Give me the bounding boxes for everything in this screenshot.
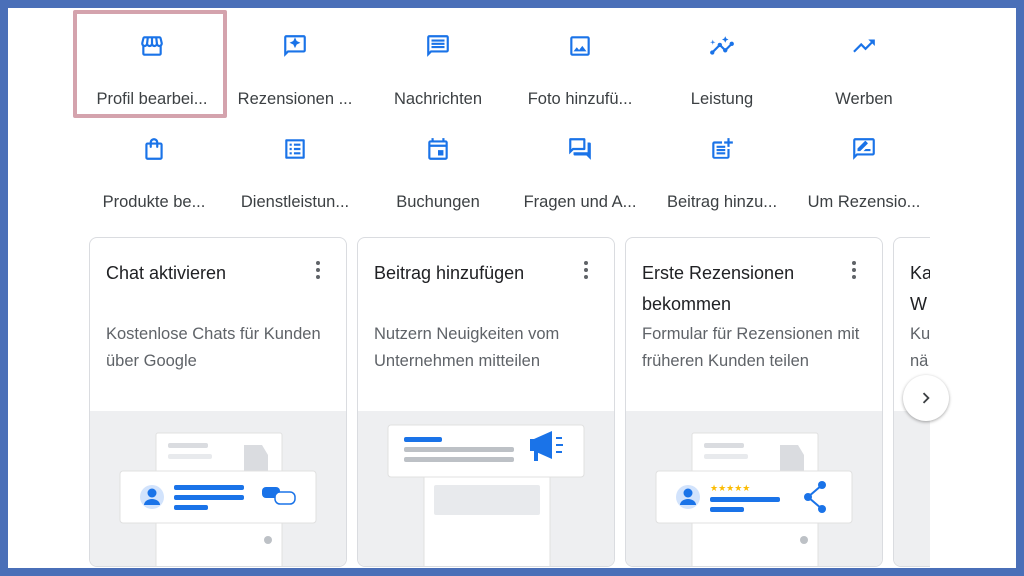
add-photo-button[interactable]: Foto hinzufü... (509, 32, 651, 112)
chat-illustration (90, 411, 346, 566)
edit-profile-label: Profil bearbei... (96, 90, 208, 108)
card-description: Formular für Rezensionen mit früheren Ku… (642, 325, 860, 370)
message-icon (424, 32, 452, 60)
reviews-illustration: ★★★★★ (626, 411, 882, 566)
edit-products-label: Produkte be... (102, 193, 206, 211)
list-icon (281, 135, 309, 163)
post-add-icon (708, 135, 736, 163)
bookings-label: Buchungen (396, 193, 480, 211)
rating-stars: ★★★★★ (710, 484, 750, 494)
review-star-icon (281, 32, 309, 60)
card-title: Erste Rezensionen bekommen (642, 263, 795, 314)
add-post-label: Beitrag hinzu... (666, 193, 778, 211)
trending-up-icon (850, 32, 878, 60)
edit-products-button[interactable]: Produkte be... (83, 135, 225, 215)
more-vert-icon[interactable] (574, 258, 598, 282)
services-button[interactable]: Dienstleistun... (224, 135, 366, 215)
add-post-button[interactable]: Beitrag hinzu... (651, 135, 793, 215)
card-add-post[interactable]: Beitrag hinzufügen Nutzern Neuigkeiten v… (357, 237, 615, 567)
card-description: Nutzern Neuigkeiten vom Unternehmen mitt… (374, 325, 560, 370)
card-description: Kostenlose Chats für Kunden über Google (106, 325, 321, 370)
card-title-line2: W (910, 294, 927, 314)
advertise-button[interactable]: Werben (793, 32, 935, 112)
messages-label: Nachrichten (393, 90, 483, 108)
card-title-line1: Ka (910, 263, 933, 283)
reviews-button[interactable]: Rezensionen ... (224, 32, 366, 112)
shopping-bag-icon (140, 135, 168, 163)
card-desc-line1: Ku (910, 325, 931, 343)
services-label: Dienstleistun... (240, 193, 350, 211)
advertise-label: Werben (835, 90, 893, 108)
performance-button[interactable]: Leistung (651, 32, 793, 112)
messages-button[interactable]: Nachrichten (367, 32, 509, 112)
next-arrow-button[interactable] (903, 375, 949, 421)
edit-profile-button[interactable]: Profil bearbei... (81, 32, 223, 112)
card-title: Beitrag hinzufügen (374, 263, 525, 283)
ask-for-reviews-label: Um Rezensio... (807, 193, 921, 211)
chevron-right-icon (922, 392, 930, 404)
questions-answers-button[interactable]: Fragen und A... (509, 135, 651, 215)
performance-label: Leistung (690, 90, 754, 108)
more-vert-icon[interactable] (306, 258, 330, 282)
card-title: Chat aktivieren (106, 263, 227, 283)
questions-answers-label: Fragen und A... (523, 193, 637, 211)
card-enable-chat[interactable]: Chat aktivieren Kostenlose Chats für Kun… (89, 237, 347, 567)
more-vert-icon[interactable] (842, 258, 866, 282)
bookings-button[interactable]: Buchungen (367, 135, 509, 215)
insights-trend-icon (708, 32, 736, 60)
forum-icon (566, 135, 594, 163)
scroll-edge (930, 8, 1016, 568)
add-photo-label: Foto hinzufü... (527, 90, 633, 108)
card-desc-line2: nä (910, 352, 929, 370)
card-get-first-reviews[interactable]: Erste Rezensionen bekommen Formular für … (625, 237, 883, 567)
rate-review-icon (850, 135, 878, 163)
photo-icon (566, 32, 594, 60)
business-profile-panel: Profil bearbei... Rezensionen ... Nachri… (8, 8, 1016, 568)
post-illustration (358, 411, 614, 566)
ask-for-reviews-button[interactable]: Um Rezensio... (793, 135, 935, 215)
reviews-label: Rezensionen ... (237, 90, 353, 108)
storefront-icon (138, 32, 166, 60)
calendar-icon (424, 135, 452, 163)
